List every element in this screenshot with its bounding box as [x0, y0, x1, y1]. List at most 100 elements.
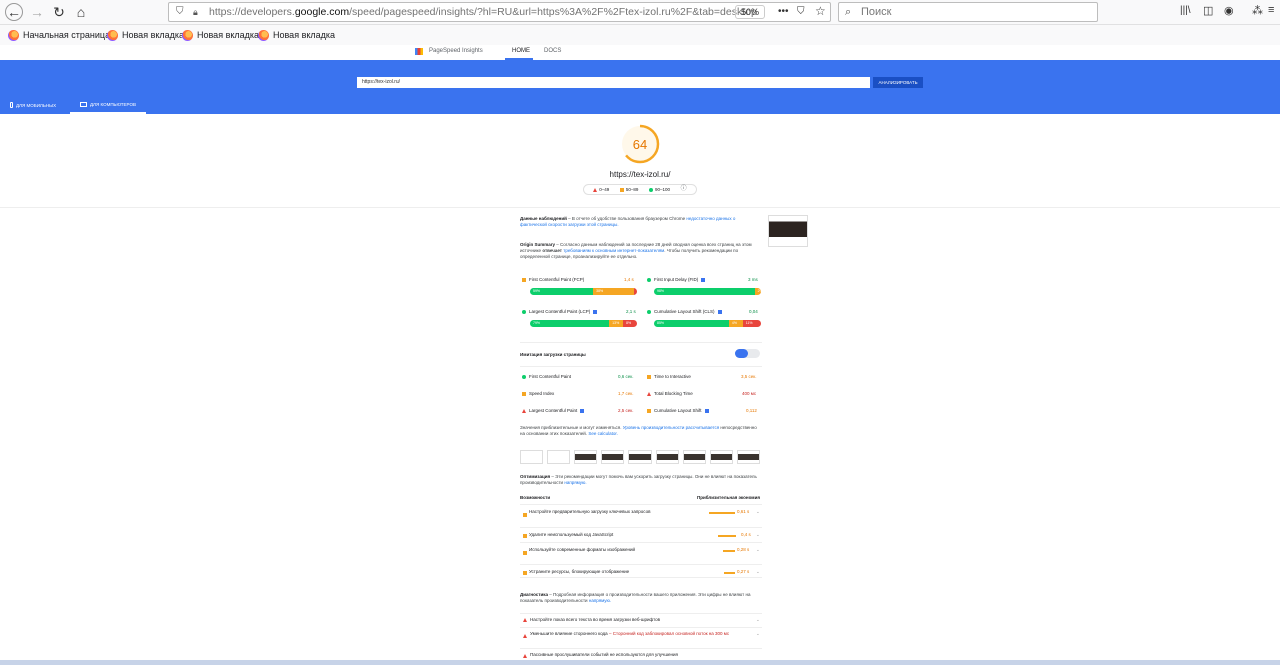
lab-lcp-value: 2,5 сек. — [618, 408, 634, 413]
bookmark-item[interactable]: Новая вкладка — [107, 25, 184, 45]
opportunity-item[interactable]: Удалите неиспользуемый код JavaScript 0,… — [520, 527, 762, 541]
filmstrip-frame — [709, 450, 733, 464]
triangle-icon — [523, 618, 527, 622]
perf-score-link[interactable]: Уровень производительности рассчитываетс… — [623, 425, 719, 430]
metric-lcp: Largest Contentful Paint (LCP) — [522, 309, 598, 314]
bookmark-item[interactable]: Новая вкладка — [182, 25, 259, 45]
opportunity-item[interactable]: Устраните ресурсы, блокирующие отображен… — [520, 564, 762, 578]
nav-home[interactable]: HOME — [512, 48, 530, 54]
legend-average: 50–89 — [619, 185, 638, 194]
filmstrip — [520, 450, 760, 464]
firefox-icon — [182, 29, 193, 41]
lab-note: Значения приблизительные и могут изменят… — [520, 425, 757, 436]
bookmark-item[interactable]: Новая вкладка — [258, 25, 335, 45]
info-icon[interactable]: ⓘ — [681, 185, 687, 194]
lab-fcp-value: 0,6 сек. — [618, 374, 634, 379]
lab-tti-value: 3,5 сек. — [741, 374, 757, 379]
view-toggle[interactable] — [735, 349, 760, 358]
square-icon — [522, 277, 526, 282]
savings-bar — [723, 550, 735, 552]
cwv-badge-icon — [580, 408, 585, 413]
diagnostic-item[interactable]: Пассивные прослушиватели событий не испо… — [520, 648, 762, 660]
opportunity-item[interactable]: Настройте предварительную загрузку ключе… — [520, 504, 762, 525]
savings-bar — [718, 535, 736, 537]
forward-button[interactable]: → — [28, 3, 46, 21]
opportunities-title: Оптимизация — [520, 474, 551, 479]
menu-icon[interactable]: ≡ — [1268, 4, 1274, 16]
search-icon: ⌕ — [845, 6, 852, 18]
extensions-icon[interactable]: ⁂ — [1252, 4, 1263, 17]
circle-icon — [647, 309, 651, 314]
opportunities-header: Оптимизация – Эти рекомендации могут пом… — [520, 474, 757, 485]
sidebar-icon[interactable]: ◫ — [1203, 4, 1213, 17]
more-icon[interactable]: ••• — [778, 3, 789, 21]
chevron-down-icon: ⌄ — [756, 509, 760, 514]
calculator-link[interactable]: See calculator. — [588, 431, 618, 436]
bookmark-item[interactable]: Начальная страница — [8, 25, 110, 45]
metric-fcp: First Contentful Paint (FCP) — [522, 277, 584, 282]
diagnostic-item[interactable]: Настройте показ всего текста во время за… — [520, 613, 762, 626]
circle-icon — [522, 374, 526, 379]
psi-brand: PageSpeed Insights — [429, 48, 483, 54]
divider — [0, 207, 1280, 208]
url-text: https://developers.google.com/speed/page… — [209, 6, 757, 18]
tab-mobile[interactable]: ДЛЯ МОБИЛЬНЫХ — [10, 102, 56, 108]
metric-lcp-value: 2,1 s — [626, 309, 636, 314]
psi-top-nav: PageSpeed Insights HOME DOCS — [0, 45, 1280, 60]
field-data-section: Данные наблюдений – В отчете об удобстве… — [520, 216, 736, 227]
library-icon[interactable]: |||\ — [1180, 5, 1191, 16]
pocket-icon[interactable]: ⛉ — [797, 3, 805, 21]
address-bar[interactable]: ⛉ 🔒︎ https://developers.google.com/speed… — [168, 2, 831, 22]
chevron-down-icon: ⌄ — [756, 547, 760, 552]
square-icon — [523, 571, 527, 575]
triangle-icon — [523, 634, 527, 638]
lab-si: Speed Index — [522, 391, 554, 396]
origin-summary: Origin Summary – Согласно данным наблюде… — [520, 242, 752, 259]
chevron-down-icon: ⌄ — [756, 617, 760, 622]
opportunities-link[interactable]: напрямую. — [564, 480, 586, 485]
metric-fcp-value: 1,4 s — [624, 277, 634, 282]
phone-icon — [10, 102, 13, 108]
dist-poor: 8% — [623, 320, 637, 327]
cwv-badge-icon — [701, 277, 706, 282]
filmstrip-frame — [655, 450, 679, 464]
bookmark-star-icon[interactable]: ☆ — [815, 2, 826, 20]
firefox-icon — [107, 29, 118, 41]
account-icon[interactable]: ◉ — [1224, 4, 1234, 17]
tab-desktop[interactable]: ДЛЯ КОМПЬЮТЕРОВ — [80, 102, 136, 107]
back-button[interactable]: ← — [5, 3, 23, 21]
savings-bar — [724, 572, 735, 574]
triangle-icon — [647, 391, 651, 396]
reload-button[interactable]: ↻ — [50, 3, 68, 21]
triangle-icon — [593, 187, 598, 192]
analyze-button[interactable]: АНАЛИЗИРОВАТЬ — [873, 77, 923, 88]
chevron-down-icon: ⌄ — [756, 631, 760, 636]
savings-bar — [709, 512, 735, 514]
cwv-link[interactable]: требованиям к основным интернет-показате… — [563, 248, 664, 253]
filmstrip-frame — [601, 450, 625, 464]
diagnostics-title: Диагностика — [520, 592, 548, 597]
dist-avg: 38% — [593, 288, 634, 295]
zoom-indicator[interactable]: 50% — [735, 5, 766, 19]
search-placeholder: Поиск — [861, 6, 892, 18]
diagnostic-item[interactable]: Уменьшите влияние стороннего кода – Стор… — [520, 627, 762, 647]
cwv-badge-icon — [717, 309, 722, 314]
legend-pass: 90–100 — [649, 185, 670, 194]
filmstrip-frame — [547, 450, 571, 464]
lcp-distribution: 79% 13% 8% — [530, 320, 637, 327]
dist-good: 59% — [530, 288, 594, 295]
diagnostics-link[interactable]: напрямую. — [589, 598, 611, 603]
lab-tbt-value: 400 мс — [742, 391, 757, 396]
toggle-on — [735, 349, 748, 358]
url-input[interactable]: https://tex-izol.ru/ — [357, 77, 870, 88]
lock-icon: 🔒︎ — [193, 7, 198, 17]
arrow-right-icon: → — [30, 4, 44, 20]
circle-icon — [522, 309, 526, 314]
dist-poor — [633, 288, 637, 295]
opportunity-item[interactable]: Используйте современные форматы изображе… — [520, 542, 762, 563]
home-button[interactable]: ⌂ — [72, 3, 90, 21]
nav-docs[interactable]: DOCS — [544, 48, 561, 54]
origin-title: Origin Summary — [520, 242, 556, 247]
search-input[interactable]: ⌕ Поиск — [838, 2, 1098, 22]
lab-cls-value: 0,112 — [746, 408, 757, 413]
